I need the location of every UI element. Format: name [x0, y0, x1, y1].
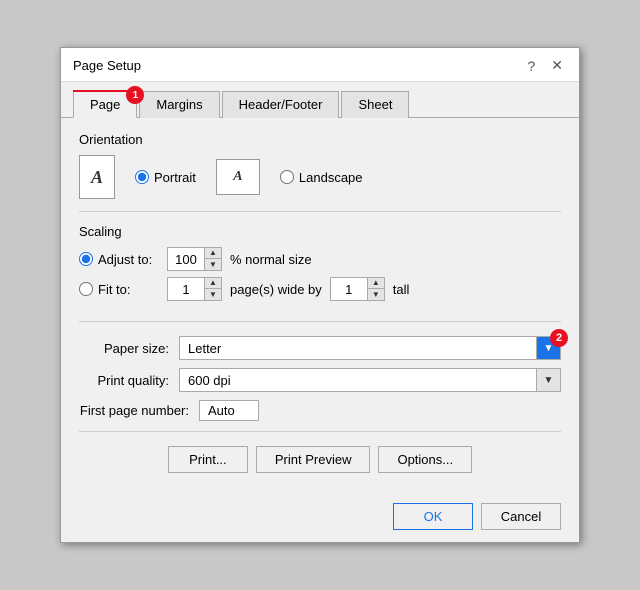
- tab-header-footer[interactable]: Header/Footer: [222, 91, 340, 118]
- fit-to-wide-buttons: ▲ ▼: [204, 278, 221, 300]
- page-setup-dialog: Page Setup ? ✕ Page 1 Margins Header/Foo…: [60, 47, 580, 543]
- portrait-option[interactable]: Portrait: [135, 170, 196, 185]
- adjust-to-input[interactable]: [168, 248, 204, 270]
- tab-margins[interactable]: Margins: [139, 91, 219, 118]
- paper-size-label: Paper size:: [79, 341, 169, 356]
- portrait-radio[interactable]: [135, 170, 149, 184]
- dialog-content: Orientation A Portrait A Landscape Scali…: [61, 118, 579, 495]
- adjust-to-spinner[interactable]: ▲ ▼: [167, 247, 222, 271]
- print-quality-value: 600 dpi: [180, 371, 536, 390]
- fit-to-option[interactable]: Fit to:: [79, 282, 159, 297]
- portrait-icon: A: [79, 155, 115, 199]
- adjust-to-radio[interactable]: [79, 252, 93, 266]
- fit-to-wide-input[interactable]: [168, 278, 204, 300]
- print-quality-row: Print quality: 600 dpi ▼: [79, 368, 561, 392]
- adjust-to-row: Adjust to: ▲ ▼ % normal size: [79, 247, 561, 271]
- dialog-title: Page Setup: [73, 58, 141, 73]
- fit-to-middle: page(s) wide by: [230, 282, 322, 297]
- ok-cancel-row: OK Cancel: [61, 495, 579, 542]
- adjust-to-option[interactable]: Adjust to:: [79, 252, 159, 267]
- close-icon[interactable]: ✕: [547, 56, 567, 75]
- tab-bar: Page 1 Margins Header/Footer Sheet: [61, 82, 579, 118]
- first-page-row: First page number:: [79, 400, 561, 421]
- scaling-section: Scaling Adjust to: ▲ ▼ % normal size: [79, 224, 561, 322]
- fit-to-tall-up[interactable]: ▲: [368, 278, 384, 289]
- ok-button[interactable]: OK: [393, 503, 473, 530]
- paper-size-dropdown[interactable]: Letter ▼ 2: [179, 336, 561, 360]
- tab-page[interactable]: Page 1: [73, 91, 137, 118]
- paper-size-row: Paper size: Letter ▼ 2: [79, 336, 561, 360]
- fit-to-wide-down[interactable]: ▼: [205, 289, 221, 300]
- cancel-button[interactable]: Cancel: [481, 503, 561, 530]
- fit-to-wide-up[interactable]: ▲: [205, 278, 221, 289]
- fit-to-wide-spinner[interactable]: ▲ ▼: [167, 277, 222, 301]
- adjust-to-suffix: % normal size: [230, 252, 312, 267]
- options-button[interactable]: Options...: [378, 446, 472, 473]
- orientation-row: A Portrait A Landscape: [79, 155, 561, 212]
- print-quality-arrow[interactable]: ▼: [536, 369, 560, 391]
- title-bar: Page Setup ? ✕: [61, 48, 579, 82]
- orientation-label: Orientation: [79, 132, 561, 147]
- paper-size-value: Letter: [180, 339, 536, 358]
- title-actions: ? ✕: [523, 56, 567, 75]
- first-page-input[interactable]: [199, 400, 259, 421]
- fit-to-suffix: tall: [393, 282, 410, 297]
- landscape-radio[interactable]: [280, 170, 294, 184]
- fit-to-radio[interactable]: [79, 282, 93, 296]
- action-buttons: Print... Print Preview Options...: [79, 431, 561, 481]
- tab-sheet[interactable]: Sheet: [341, 91, 409, 118]
- badge-2: 2: [550, 329, 568, 347]
- fit-to-tall-spinner[interactable]: ▲ ▼: [330, 277, 385, 301]
- help-icon[interactable]: ?: [523, 57, 539, 75]
- fit-to-tall-buttons: ▲ ▼: [367, 278, 384, 300]
- fit-to-row: Fit to: ▲ ▼ page(s) wide by ▲ ▼: [79, 277, 561, 301]
- print-quality-dropdown[interactable]: 600 dpi ▼: [179, 368, 561, 392]
- scaling-label: Scaling: [79, 224, 561, 239]
- adjust-to-up[interactable]: ▲: [205, 248, 221, 259]
- print-button[interactable]: Print...: [168, 446, 248, 473]
- adjust-to-down[interactable]: ▼: [205, 259, 221, 270]
- landscape-icon: A: [216, 159, 260, 195]
- adjust-to-spinner-buttons: ▲ ▼: [204, 248, 221, 270]
- fit-to-tall-input[interactable]: [331, 278, 367, 300]
- print-preview-button[interactable]: Print Preview: [256, 446, 371, 473]
- landscape-option[interactable]: Landscape: [280, 170, 363, 185]
- print-quality-label: Print quality:: [79, 373, 169, 388]
- fit-to-tall-down[interactable]: ▼: [368, 289, 384, 300]
- first-page-label: First page number:: [79, 403, 189, 418]
